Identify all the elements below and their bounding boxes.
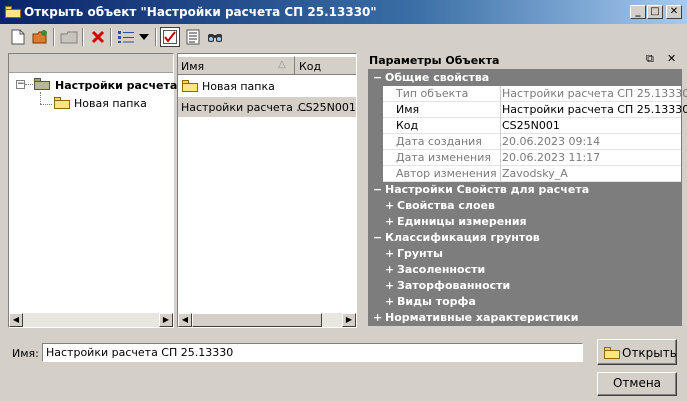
prop-code[interactable]: Код CS25N001	[369, 118, 681, 134]
find-icon[interactable]	[205, 27, 225, 47]
child-folder-icon	[54, 97, 70, 109]
root-folder-icon	[34, 78, 50, 90]
scroll-right-icon[interactable]: ▶	[159, 313, 173, 327]
list-folder-icon	[182, 80, 198, 92]
pin-icon[interactable]: ⧉	[646, 52, 654, 66]
scroll-thumb[interactable]	[192, 313, 322, 327]
cat-general[interactable]: − Общие свойства	[369, 70, 681, 86]
cat-soil-classification[interactable]: − Классификация грунтов	[369, 230, 681, 246]
name-label: Имя:	[12, 347, 39, 360]
scroll-left-icon[interactable]: ◀	[9, 313, 23, 327]
delete-icon[interactable]	[88, 27, 108, 47]
prop-modified[interactable]: Дата изменения 20.06.2023 11:17	[369, 150, 681, 166]
prop-created[interactable]: Дата создания 20.06.2023 09:14	[369, 134, 681, 150]
column-header-code[interactable]: Код	[295, 56, 356, 75]
tree-item-root[interactable]: Настройки расчета	[55, 79, 177, 92]
sub-peat[interactable]: + Заторфованности	[369, 278, 681, 294]
folder-tree[interactable]	[8, 53, 174, 328]
props-title: Параметры Объекта	[369, 54, 500, 67]
tree-item-new-folder[interactable]: Новая папка	[74, 97, 147, 110]
window-folder-icon	[5, 6, 21, 18]
list-row-settings-name[interactable]: Настройки расчета ...	[181, 101, 307, 114]
new-file-icon[interactable]	[8, 27, 28, 47]
scroll-left-icon[interactable]: ◀	[178, 313, 192, 327]
tree-scrollbar[interactable]: ◀ ▶	[9, 313, 173, 327]
minimize-button[interactable]: _	[630, 5, 646, 19]
maximize-button[interactable]: □	[647, 5, 663, 19]
tree-expander[interactable]: −	[16, 80, 25, 89]
sub-layers[interactable]: + Свойства слоев	[369, 198, 681, 214]
sub-peat-types[interactable]: + Виды торфа	[369, 294, 681, 310]
open-button[interactable]: Открыть	[597, 339, 677, 365]
sub-units[interactable]: + Единицы измерения	[369, 214, 681, 230]
prop-name[interactable]: Имя Настройки расчета СП 25.13330	[369, 102, 687, 118]
open-folder-icon	[604, 347, 620, 359]
properties-icon[interactable]	[183, 27, 203, 47]
up-folder-icon[interactable]	[59, 27, 79, 47]
cat-normative[interactable]: + Нормативные характеристики	[369, 310, 681, 326]
new-folder-icon[interactable]	[30, 27, 50, 47]
sub-soils[interactable]: + Грунты	[369, 246, 681, 262]
list-row-settings-code[interactable]: CS25N001	[298, 101, 356, 114]
sort-asc-icon: △	[278, 59, 286, 70]
window-title: Открыть объект "Настройки расчета СП 25.…	[24, 5, 377, 19]
tree-header	[9, 54, 173, 73]
name-input[interactable]	[42, 343, 583, 362]
scroll-right-icon[interactable]: ▶	[342, 313, 356, 327]
view-list-icon[interactable]	[116, 27, 136, 47]
close-button[interactable]: ✕	[666, 5, 682, 19]
column-header-name[interactable]: Имя △	[178, 56, 295, 75]
cancel-button[interactable]: Отмена	[597, 372, 677, 396]
dropdown-arrow-icon[interactable]	[137, 27, 151, 47]
prop-author[interactable]: Автор изменения Zavodsky_A	[369, 166, 681, 182]
file-list[interactable]	[177, 53, 357, 328]
title-bar[interactable]: Открыть объект "Настройки расчета СП 25.…	[0, 0, 687, 24]
list-row-folder[interactable]: Новая папка	[202, 80, 275, 93]
sub-salinity[interactable]: + Засоленности	[369, 262, 681, 278]
props-close-icon[interactable]: ✕	[667, 52, 676, 65]
prop-type[interactable]: Тип объекта Настройки расчета СП 25.13330	[369, 86, 687, 102]
list-scrollbar[interactable]: ◀ ▶	[178, 313, 356, 327]
cat-calc-settings[interactable]: − Настройки Свойств для расчета	[369, 182, 681, 198]
check-icon[interactable]	[160, 27, 180, 47]
